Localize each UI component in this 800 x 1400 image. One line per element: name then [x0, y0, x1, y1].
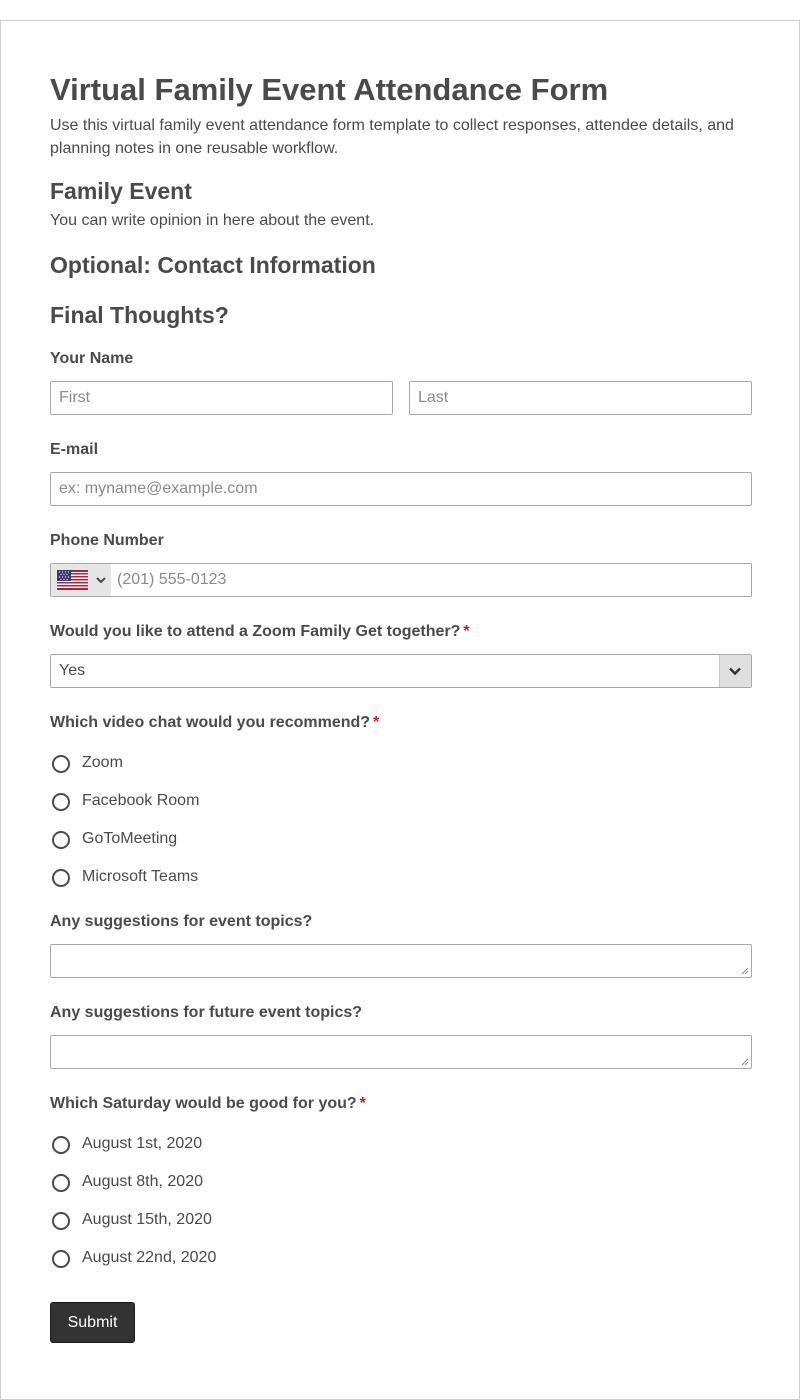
radio-label: Zoom	[82, 754, 123, 771]
email-label: E-mail	[50, 441, 99, 458]
radio-label: Facebook Room	[82, 792, 200, 809]
radio-label: August 22nd, 2020	[82, 1249, 217, 1266]
radio-option-saturday[interactable]: August 22nd, 2020	[50, 1248, 450, 1270]
attend-select-value: Yes	[59, 662, 86, 679]
future-topics-label: Any suggestions for future event topics?	[50, 1004, 363, 1021]
saturday-label: Which Saturday would be good for you? *	[50, 1095, 366, 1113]
saturday-label-text: Which Saturday would be good for you?	[50, 1095, 357, 1112]
radio-button[interactable]	[52, 755, 70, 773]
radio-button[interactable]	[52, 1136, 70, 1154]
required-mark: *	[373, 714, 380, 731]
chevron-down-icon	[729, 667, 741, 676]
us-flag-icon	[57, 570, 88, 590]
section-heading-final-thoughts: Final Thoughts?	[50, 302, 229, 328]
attend-label: Would you like to attend a Zoom Family G…	[50, 623, 470, 641]
radio-button[interactable]	[52, 869, 70, 887]
radio-option-video-chat[interactable]: Zoom	[50, 753, 450, 775]
form-card: Virtual Family Event Attendance Form Use…	[0, 20, 800, 1400]
topics-label: Any suggestions for event topics?	[50, 913, 313, 930]
video-chat-label: Which video chat would you recommend? *	[50, 714, 379, 732]
resize-grip-icon[interactable]	[741, 1058, 749, 1066]
future-topics-textarea[interactable]	[50, 1035, 752, 1069]
radio-option-video-chat[interactable]: GoToMeeting	[50, 829, 450, 851]
form-description: Use this virtual family event attendance…	[50, 117, 734, 157]
section-heading-family-event: Family Event	[50, 178, 192, 204]
radio-label: August 8th, 2020	[82, 1173, 203, 1190]
radio-label: GoToMeeting	[82, 830, 178, 847]
radio-option-saturday[interactable]: August 8th, 2020	[50, 1172, 450, 1194]
required-mark: *	[463, 623, 470, 640]
attend-select[interactable]: Yes	[50, 654, 752, 688]
name-label: Your Name	[50, 350, 134, 367]
first-name-input[interactable]	[50, 381, 393, 415]
section-subheading-family-event: You can write opinion in here about the …	[50, 212, 375, 229]
phone-label: Phone Number	[50, 532, 164, 549]
radio-button[interactable]	[52, 831, 70, 849]
radio-option-saturday[interactable]: August 15th, 2020	[50, 1210, 450, 1232]
required-mark: *	[359, 1095, 366, 1112]
topics-textarea[interactable]	[50, 944, 752, 978]
country-code-select[interactable]	[51, 564, 111, 596]
submit-button[interactable]: Submit	[50, 1302, 135, 1343]
radio-label: August 15th, 2020	[82, 1211, 212, 1228]
chevron-down-icon	[96, 577, 106, 584]
radio-button[interactable]	[52, 793, 70, 811]
attend-label-text: Would you like to attend a Zoom Family G…	[50, 623, 461, 640]
radio-label: Microsoft Teams	[82, 868, 199, 885]
radio-button[interactable]	[52, 1212, 70, 1230]
phone-input[interactable]	[111, 564, 763, 596]
radio-option-video-chat[interactable]: Microsoft Teams	[50, 867, 450, 889]
radio-option-video-chat[interactable]: Facebook Room	[50, 791, 450, 813]
attend-select-button[interactable]	[719, 655, 751, 687]
radio-option-saturday[interactable]: August 1st, 2020	[50, 1134, 450, 1156]
resize-grip-icon[interactable]	[741, 967, 749, 975]
phone-field	[50, 563, 763, 597]
form-title: Virtual Family Event Attendance Form	[50, 72, 609, 107]
radio-button[interactable]	[52, 1250, 70, 1268]
last-name-input[interactable]	[409, 381, 752, 415]
radio-label: August 1st, 2020	[82, 1135, 203, 1152]
video-chat-label-text: Which video chat would you recommend?	[50, 714, 371, 731]
radio-button[interactable]	[52, 1174, 70, 1192]
email-input[interactable]	[50, 472, 752, 506]
section-heading-contact: Optional: Contact Information	[50, 252, 376, 278]
